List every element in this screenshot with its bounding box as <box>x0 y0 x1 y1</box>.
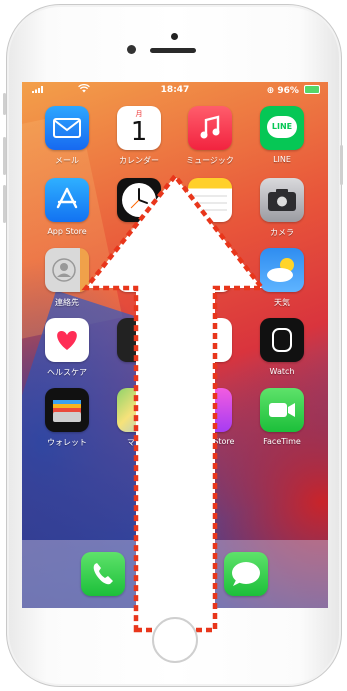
home-button[interactable] <box>152 617 198 663</box>
swipe-up-arrow <box>81 172 267 633</box>
